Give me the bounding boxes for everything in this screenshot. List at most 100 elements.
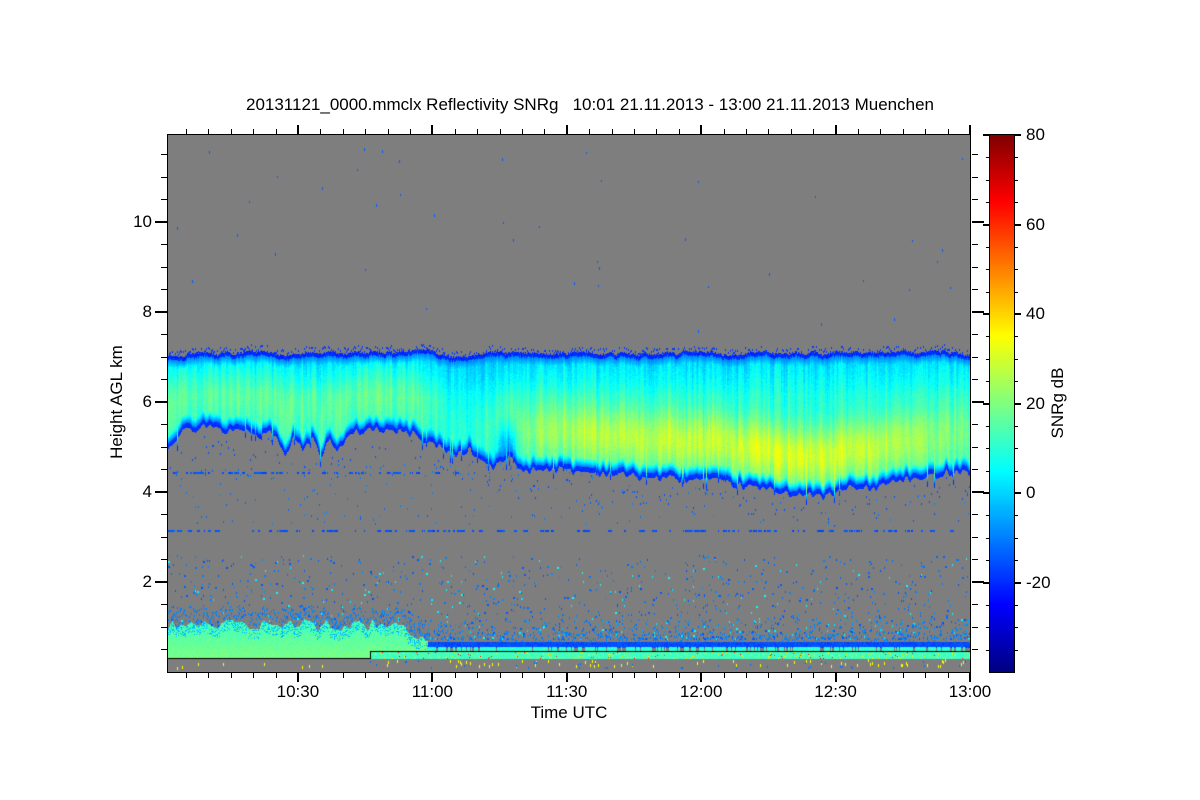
y-minor-tick-right — [972, 289, 978, 291]
y-minor-tick-right — [972, 176, 978, 178]
cbar-minor-tick-right — [1015, 470, 1018, 472]
x-minor-tick-top — [208, 129, 210, 134]
y-minor-tick-right — [972, 334, 978, 336]
cbar-minor-tick — [986, 246, 989, 248]
cbar-minor-tick — [986, 336, 989, 338]
colorbar-title: SNRg dB — [1048, 367, 1067, 439]
x-major-tick — [565, 673, 568, 682]
y-minor-tick — [161, 604, 167, 606]
cbar-minor-tick-right — [1015, 358, 1018, 360]
cbar-minor-tick-right — [1015, 202, 1018, 204]
x-minor-tick — [253, 673, 255, 678]
cbar-major-tick-right — [1015, 313, 1021, 315]
x-major-tick-top — [296, 125, 299, 134]
cbar-minor-tick — [986, 381, 989, 383]
cbar-major-tick-right — [1015, 581, 1021, 584]
cbar-major-tick — [983, 492, 989, 494]
cbar-minor-tick — [986, 425, 989, 427]
x-minor-tick-top — [768, 129, 770, 134]
x-tick-label: 11:00 — [411, 682, 453, 701]
cbar-minor-tick — [986, 537, 989, 539]
cbar-minor-tick-right — [1015, 381, 1018, 383]
y-minor-tick-right — [972, 266, 978, 268]
x-tick-label: 11:30 — [546, 682, 588, 701]
colorbar-canvas — [989, 134, 1015, 673]
x-major-tick-top — [700, 125, 703, 134]
x-minor-tick-top — [454, 129, 456, 134]
x-tick-label: 13:00 — [948, 682, 992, 701]
cbar-minor-tick-right — [1015, 246, 1018, 248]
x-minor-tick-top — [521, 129, 523, 134]
x-minor-tick — [589, 673, 591, 678]
x-minor-tick-top — [902, 129, 904, 134]
cbar-minor-tick — [986, 470, 989, 472]
x-minor-tick — [768, 673, 770, 678]
x-tick-label: 12:00 — [679, 682, 723, 701]
y-minor-tick — [161, 289, 167, 291]
x-minor-tick-top — [633, 129, 635, 134]
x-minor-tick-top — [185, 129, 187, 134]
x-minor-tick-top — [745, 129, 747, 134]
x-minor-tick-top — [230, 129, 232, 134]
y-minor-tick — [161, 199, 167, 201]
cbar-minor-tick-right — [1015, 179, 1018, 181]
y-minor-tick-right — [972, 244, 978, 246]
cbar-major-tick-right — [1015, 134, 1021, 136]
x-minor-tick-top — [723, 129, 725, 134]
x-minor-tick — [723, 673, 725, 678]
x-minor-tick — [611, 673, 613, 678]
x-tick-label: 12:30 — [814, 682, 857, 701]
cbar-minor-tick-right — [1015, 515, 1018, 517]
y-minor-tick — [161, 154, 167, 156]
x-minor-tick-top — [342, 129, 344, 134]
y-minor-tick — [161, 379, 167, 381]
y-minor-tick-right — [972, 379, 978, 381]
y-minor-tick-right — [972, 356, 978, 358]
x-major-tick-top — [565, 125, 568, 134]
radar-quicklook-page: 20131121_0000.mmclx Reflectivity SNRg 10… — [0, 0, 1200, 800]
x-minor-tick-top — [477, 129, 479, 134]
y-major-tick — [155, 310, 167, 313]
y-major-tick — [155, 490, 167, 493]
x-minor-tick-top — [947, 129, 949, 134]
y-minor-tick — [161, 176, 167, 178]
cbar-minor-tick-right — [1015, 157, 1018, 159]
y-minor-tick — [161, 469, 167, 471]
x-minor-tick — [813, 673, 815, 678]
cbar-minor-tick-right — [1015, 627, 1018, 629]
x-minor-tick — [499, 673, 501, 678]
x-minor-tick — [320, 673, 322, 678]
x-minor-tick-top — [320, 129, 322, 134]
y-minor-tick-right — [972, 626, 978, 628]
y-minor-tick-right — [972, 649, 978, 651]
cbar-tick-label: 80 — [1026, 125, 1045, 144]
cbar-minor-tick — [986, 202, 989, 204]
cbar-minor-tick — [986, 448, 989, 450]
y-minor-tick-right — [972, 469, 978, 471]
x-minor-tick-top — [813, 129, 815, 134]
x-minor-tick — [544, 673, 546, 678]
x-minor-tick — [857, 673, 859, 678]
x-minor-tick-top — [387, 129, 389, 134]
x-minor-tick-top — [499, 129, 501, 134]
cbar-major-tick — [983, 223, 989, 226]
y-minor-tick — [161, 514, 167, 516]
y-minor-tick-right — [972, 514, 978, 516]
x-minor-tick — [745, 673, 747, 678]
x-minor-tick-top — [925, 129, 927, 134]
y-minor-tick — [161, 559, 167, 561]
x-major-tick — [296, 673, 299, 682]
x-minor-tick — [454, 673, 456, 678]
y-minor-tick-right — [972, 446, 978, 448]
cbar-tick-label: -20 — [1026, 572, 1051, 592]
cbar-minor-tick-right — [1015, 537, 1018, 539]
x-major-tick — [834, 673, 837, 682]
x-minor-tick-top — [253, 129, 255, 134]
cbar-minor-tick — [986, 627, 989, 629]
x-minor-tick — [880, 673, 882, 678]
x-minor-tick — [947, 673, 949, 678]
x-minor-tick-top — [880, 129, 882, 134]
x-minor-tick — [925, 673, 927, 678]
x-minor-tick — [678, 673, 680, 678]
x-tick-label: 10:30 — [276, 682, 320, 701]
